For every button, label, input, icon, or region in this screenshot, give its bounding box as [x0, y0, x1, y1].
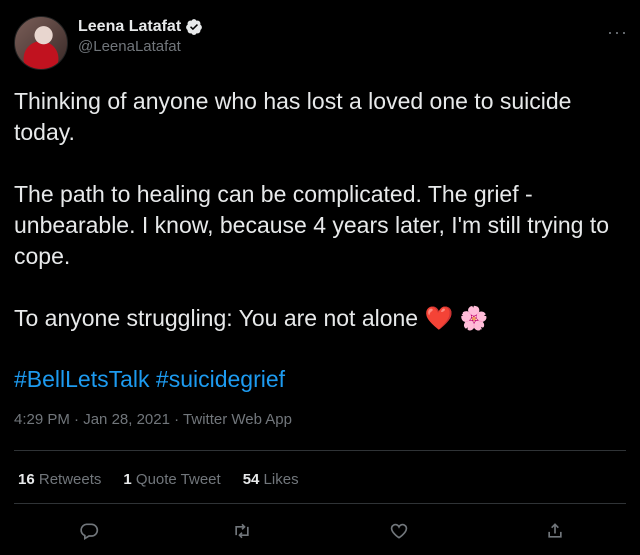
hashtag-link[interactable]: #BellLetsTalk — [14, 366, 150, 392]
tweet-actions — [0, 515, 640, 547]
retweets-stat[interactable]: 16 Retweets — [18, 471, 101, 488]
hashtags: #BellLetsTalk #suicidegrief — [14, 364, 285, 395]
author-handle[interactable]: @LeenaLatafat — [78, 38, 203, 55]
tweet-meta: 4:29 PM · Jan 28, 2021 · Twitter Web App — [14, 411, 292, 428]
meta-separator: · — [74, 411, 84, 428]
divider — [14, 450, 626, 451]
quotes-label: Quote Tweet — [135, 471, 221, 488]
retweets-label: Retweets — [38, 471, 102, 488]
share-icon[interactable] — [545, 521, 565, 541]
hashtag-link[interactable]: #suicidegrief — [156, 366, 285, 392]
reply-icon[interactable] — [79, 521, 99, 541]
likes-count: 54 — [242, 471, 260, 488]
quote-tweets-stat[interactable]: 1 Quote Tweet — [123, 471, 220, 488]
display-name-text[interactable]: Leena Latafat — [78, 18, 181, 36]
retweet-icon[interactable] — [232, 521, 252, 541]
likes-stat[interactable]: 54 Likes — [243, 471, 299, 488]
likes-label: Likes — [263, 471, 299, 488]
engagement-stats: 16 Retweets 1 Quote Tweet 54 Likes — [18, 471, 299, 488]
retweets-count: 16 — [18, 471, 35, 488]
verified-badge-icon — [186, 19, 203, 35]
more-options-icon[interactable]: ··· — [607, 22, 628, 43]
author-block: Leena Latafat @LeenaLatafat — [78, 18, 203, 55]
avatar[interactable] — [14, 16, 68, 70]
tweet-source[interactable]: Twitter Web App — [183, 411, 292, 428]
like-icon[interactable] — [389, 521, 409, 541]
meta-separator: · — [174, 411, 184, 428]
tweet-header: Leena Latafat @LeenaLatafat ··· — [14, 12, 640, 72]
tweet-text: Thinking of anyone who has lost a loved … — [14, 88, 610, 331]
quotes-count: 1 — [123, 471, 132, 488]
author-display-name[interactable]: Leena Latafat — [78, 18, 203, 36]
tweet-time[interactable]: 4:29 PM — [14, 411, 70, 428]
divider — [14, 503, 626, 504]
tweet-date[interactable]: Jan 28, 2021 — [83, 411, 170, 428]
